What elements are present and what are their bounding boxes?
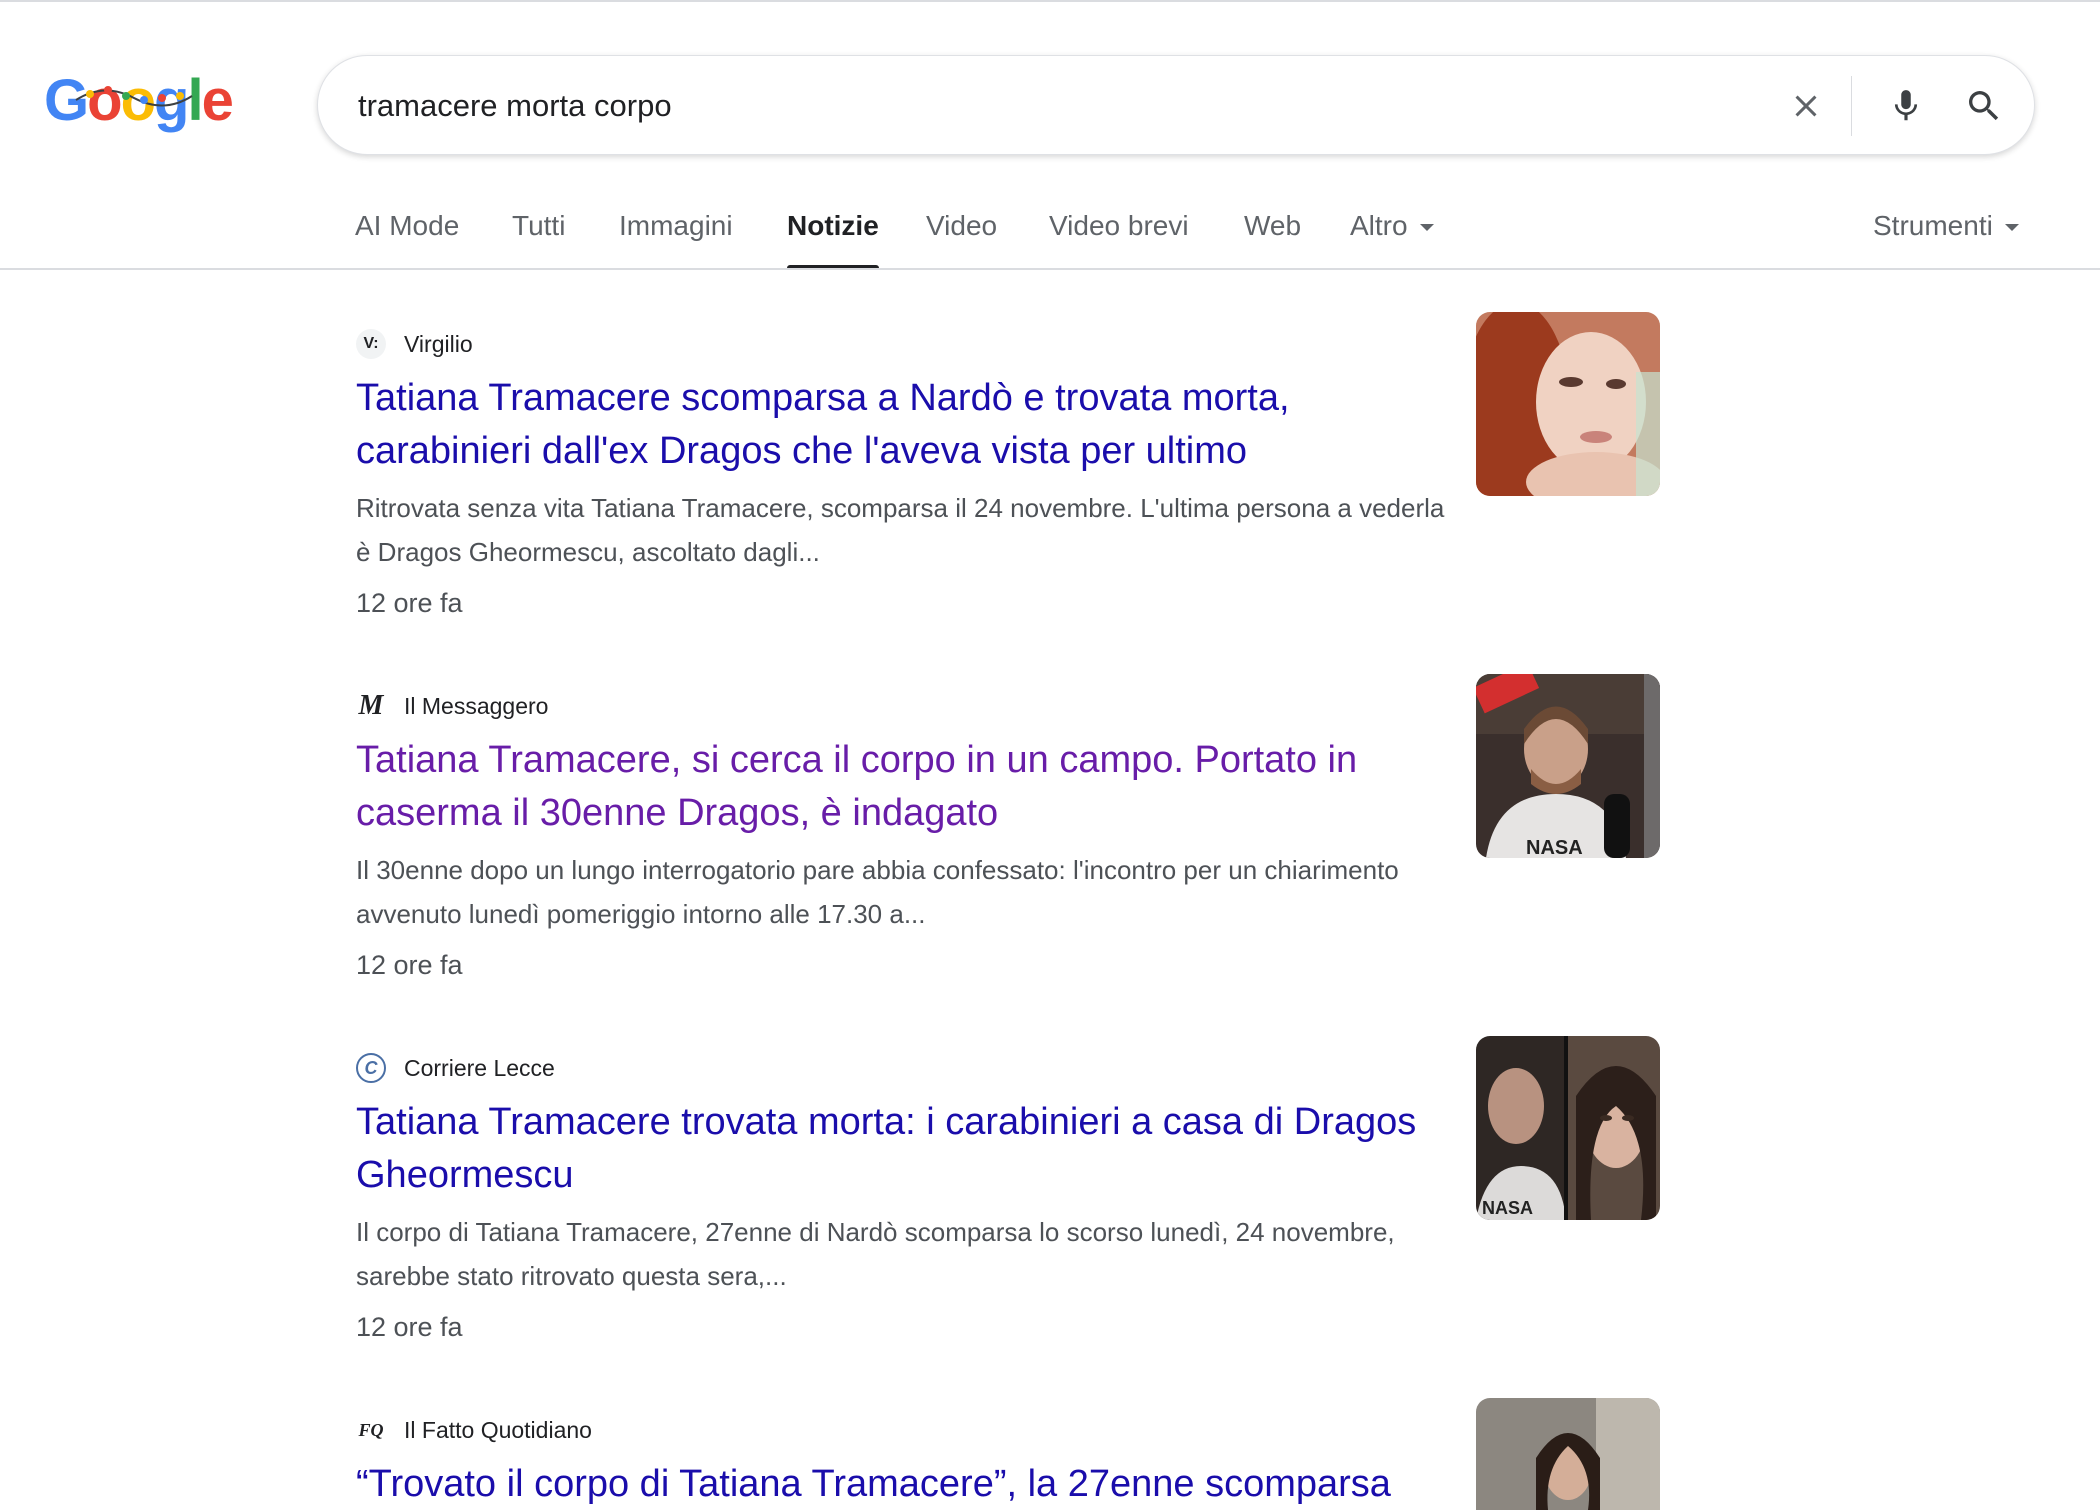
tab-notizie[interactable]: Notizie — [787, 206, 879, 270]
tab-web[interactable]: Web — [1244, 206, 1301, 270]
tab-altro[interactable]: Altro — [1350, 206, 1434, 270]
tab-label: Tutti — [512, 210, 566, 241]
tab-label: Immagini — [619, 210, 733, 241]
svg-text:NASA: NASA — [1482, 1198, 1533, 1218]
search-box[interactable] — [317, 55, 2035, 155]
search-tabs: AI Mode Tutti Immagini Notizie Video Vid… — [355, 190, 2100, 270]
result-title-link[interactable]: Tatiana Tramacere scomparsa a Nardò e tr… — [356, 372, 1436, 478]
logo-letter: g — [154, 68, 189, 133]
woman-photo-image — [1476, 1398, 1660, 1510]
result-source[interactable]: M Il Messaggero — [356, 688, 549, 724]
result-title-link[interactable]: Tatiana Tramacere trovata morta: i carab… — [356, 1096, 1436, 1202]
tab-label: Altro — [1350, 210, 1408, 241]
chevron-down-icon — [2004, 224, 2019, 232]
search-input[interactable] — [358, 78, 1658, 134]
messaggero-favicon-icon: M — [358, 690, 384, 721]
logo-letter: o — [120, 68, 156, 133]
result-thumbnail[interactable] — [1476, 1398, 1660, 1510]
result-source[interactable]: C Corriere Lecce — [356, 1050, 555, 1086]
tab-label: Video — [926, 210, 998, 241]
result-timestamp: 12 ore fa — [356, 950, 463, 980]
tab-immagini[interactable]: Immagini — [619, 206, 733, 270]
virgilio-favicon-icon: V: — [356, 329, 386, 359]
result-thumbnail[interactable] — [1476, 312, 1660, 496]
logo-letter: l — [187, 68, 203, 133]
result-snippet: Ritrovata senza vita Tatiana Tramacere, … — [356, 493, 1445, 567]
tab-video[interactable]: Video — [926, 206, 997, 270]
source-name: Virgilio — [404, 330, 473, 357]
source-name: Il Messaggero — [404, 692, 549, 719]
close-icon[interactable] — [1780, 80, 1832, 132]
logo-letter: o — [87, 68, 122, 133]
tab-video-brevi[interactable]: Video brevi — [1049, 206, 1189, 270]
tab-ai-mode[interactable]: AI Mode — [355, 206, 459, 270]
tools-label: Strumenti — [1873, 210, 1993, 241]
search-divider — [1851, 76, 1852, 136]
result-snippet: Il 30enne dopo un lungo interrogatorio p… — [356, 855, 1399, 929]
tab-tutti[interactable]: Tutti — [512, 206, 565, 270]
tabs-divider — [0, 268, 2100, 270]
result-title-link[interactable]: “Trovato il corpo di Tatiana Tramacere”,… — [356, 1458, 1456, 1511]
logo-letter: G — [44, 68, 89, 133]
google-logo[interactable]: Google — [44, 66, 234, 136]
tools-button[interactable]: Strumenti — [1873, 206, 2019, 270]
source-name: Corriere Lecce — [404, 1054, 555, 1081]
top-border — [0, 0, 2100, 2]
result-timestamp: 12 ore fa — [356, 1312, 463, 1342]
fatto-quotidiano-favicon-icon: FQ — [358, 1419, 384, 1440]
svg-text:NASA: NASA — [1526, 837, 1583, 858]
result-snippet: Il corpo di Tatiana Tramacere, 27enne di… — [356, 1217, 1395, 1291]
tab-label: AI Mode — [355, 210, 460, 241]
man-video-still-image: NASA — [1476, 674, 1660, 858]
search-icon[interactable] — [1958, 80, 2010, 132]
split-photo-image: NASA — [1476, 1036, 1660, 1220]
result-source[interactable]: V: Virgilio — [356, 326, 473, 362]
mic-icon[interactable] — [1880, 80, 1932, 132]
chevron-down-icon — [1419, 224, 1434, 232]
corriere-lecce-favicon-icon: C — [356, 1053, 386, 1083]
tab-label: Video brevi — [1049, 210, 1189, 241]
source-name: Il Fatto Quotidiano — [404, 1416, 592, 1443]
portrait-image — [1476, 312, 1660, 496]
tab-label: Notizie — [787, 210, 879, 241]
result-thumbnail[interactable]: NASA — [1476, 1036, 1660, 1220]
tab-label: Web — [1244, 210, 1302, 241]
result-timestamp: 12 ore fa — [356, 588, 463, 618]
result-source[interactable]: FQ Il Fatto Quotidiano — [356, 1412, 592, 1448]
result-thumbnail[interactable]: NASA — [1476, 674, 1660, 858]
result-title-link[interactable]: Tatiana Tramacere, si cerca il corpo in … — [356, 734, 1436, 840]
logo-letter: e — [201, 68, 234, 133]
